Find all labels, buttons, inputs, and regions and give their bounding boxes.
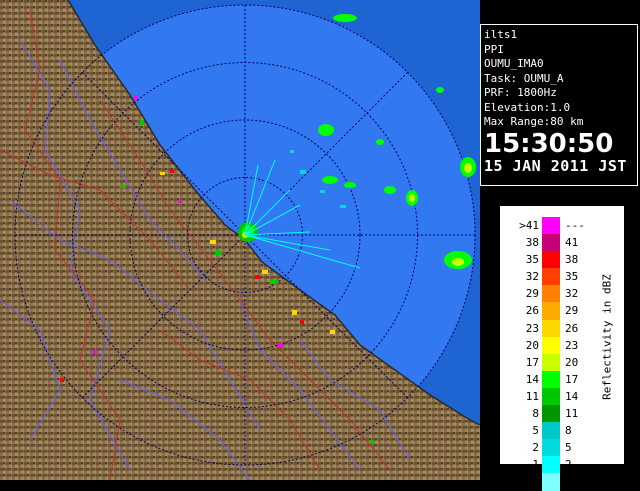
info-line-site: ilts1 [484,28,518,41]
legend-row: 58 [505,422,605,440]
legend-high-value: 8 [565,424,572,438]
legend-color-swatch [542,422,560,440]
legend-row: 17 20 [505,353,605,371]
legend-row: 29 32 [505,285,605,303]
legend-low-value: 20 [525,338,539,352]
legend-low-value: 38 [525,236,539,250]
legend-high-value: 2 [565,458,572,472]
info-line-elevation: Elevation:1.0 [484,100,571,114]
legend-row: 26 29 [505,302,605,320]
legend-row: 14 17 [505,370,605,389]
radar-map [0,0,480,480]
legend-color-swatch [542,285,560,303]
legend-high-value: --- [565,219,585,232]
legend-color-swatch [542,234,560,252]
legend-low-value: -1 [525,458,539,472]
scan-date: 15 JAN 2011 JST [484,156,627,175]
legend-high-value: 23 [565,338,579,352]
legend-high-value: 17 [565,372,579,386]
legend-color-swatch [542,387,560,406]
legend-color-swatch [542,370,560,389]
scan-time: 15:30:50 [484,128,614,159]
legend-row: 23 26 [505,319,605,337]
legend-row: -4 -1 [505,473,605,491]
legend-low-value: >41 [519,219,539,232]
info-line-scan-type: PPI [484,42,504,56]
legend-color-swatch [542,217,560,235]
legend-row: -1 2 [505,456,605,474]
legend-low-value: 8 [532,407,539,421]
legend-color-swatch [542,251,560,269]
legend-row: 8 11 [505,405,605,423]
legend-low-value: 35 [525,253,539,267]
legend-high-value: 14 [565,389,579,403]
legend-color-swatch [542,473,560,491]
legend-high-value: 5 [565,441,572,455]
legend-low-value: 2 [532,441,539,455]
legend-high-value: 11 [565,407,579,421]
legend-color-swatch [542,405,560,423]
radar-ppi-view[interactable] [0,0,480,480]
info-line-station: OUMU_IMA0 [484,57,544,70]
reflectivity-legend: >41 --- 38 41 35 38 32 35 29 32 26 29 23 26 20 23 17 20 14… [500,206,624,491]
legend-low-value: 32 [525,270,539,284]
legend-row: 20 23 [505,336,605,354]
legend-low-value: 23 [525,321,539,335]
legend-high-value: 32 [565,287,579,301]
info-line-task: Task: OUMU_A [484,71,564,85]
legend-high-value: 29 [565,304,579,318]
legend-color-swatch [542,353,560,371]
legend-low-value: 14 [525,372,539,386]
legend-high-value: 20 [565,355,579,369]
legend-row: 38 41 [505,234,605,252]
legend-low-value: 17 [525,355,539,369]
legend-low-value: 26 [525,304,539,318]
legend-row: 11 14 [505,387,605,406]
legend-rows: >41 --- 38 41 35 38 32 35 29 32 26 29 23 26 20 23 17 20 14… [505,217,605,491]
info-line-max-range: Max Range:80 km [484,115,584,128]
legend-high-value: -1 [565,475,579,489]
legend-high-value: 38 [565,253,579,267]
legend-color-swatch [542,456,560,474]
legend-color-swatch [542,439,560,457]
legend-title: Reflectivity in dBZ [600,274,614,400]
legend-high-value: 26 [565,321,579,335]
legend-low-value: 29 [525,287,539,301]
legend-row: 25 [505,439,605,457]
legend-low-value: -4 [525,475,539,489]
legend-row: >41 --- [505,217,605,235]
info-line-prf: PRF: 1800Hz [484,86,557,99]
legend-high-value: 41 [565,236,579,250]
legend-low-value: 11 [525,389,539,403]
legend-row: 35 38 [505,251,605,269]
legend-color-swatch [542,302,560,320]
radar-info-panel: ilts1 PPI OUMU_IMA0 Task: OUMU_A PRF: 18… [480,24,638,186]
legend-color-swatch [542,336,560,354]
legend-color-swatch [542,319,560,337]
legend-row: 32 35 [505,268,605,286]
legend-high-value: 35 [565,270,579,284]
legend-color-swatch [542,268,560,286]
legend-low-value: 5 [532,424,539,438]
